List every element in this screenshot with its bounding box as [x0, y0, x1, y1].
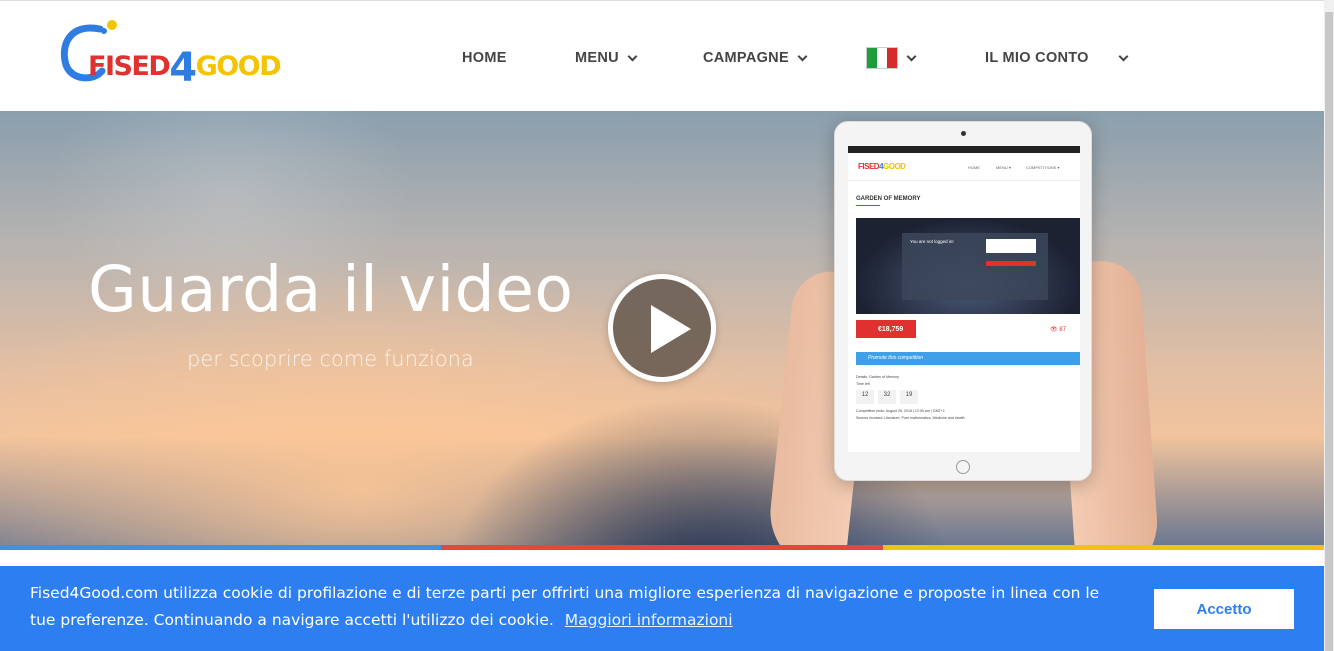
screen-nav: COMPETITIONS ▾ [1026, 165, 1060, 170]
stripe-blue [0, 545, 442, 550]
cookie-accept-button[interactable]: Accetto [1154, 589, 1294, 629]
screen-logo: FISED4GOOD [858, 162, 906, 171]
hero-subtitle: per scoprire come funziona [187, 347, 474, 371]
screen-status-bar [848, 146, 1080, 153]
main-nav: HOME MENU CAMPAGNE IL MIO CONTO [0, 47, 1324, 71]
cookie-banner: Fised4Good.com utilizza cookie di profil… [0, 566, 1324, 651]
nav-menu[interactable]: MENU [575, 47, 638, 69]
nav-home[interactable]: HOME [462, 47, 507, 69]
nav-campaigns-label: CAMPAGNE [703, 50, 789, 66]
page-scrollbar[interactable] [1324, 0, 1334, 651]
cookie-more-info-link[interactable]: Maggiori informazioni [565, 611, 733, 629]
screen-prize-badge: €18,759 [856, 320, 916, 338]
screen-details: Details: Garden of Memory Time left 12 32… [856, 375, 965, 420]
chevron-down-icon [1118, 51, 1129, 61]
scrollbar-thumb[interactable] [1325, 12, 1333, 651]
italian-flag-icon [866, 47, 898, 69]
nav-account[interactable]: IL MIO CONTO [985, 47, 1089, 69]
screen-title: GARDEN OF MEMORY [856, 196, 921, 202]
stripe-yellow [882, 545, 1324, 550]
screen-login-box: You are not logged in! [902, 233, 1048, 300]
chevron-down-icon [797, 51, 808, 61]
chevron-down-icon [627, 51, 638, 61]
tablet-mockup-image: FISED4GOOD HOME MENU ▾ COMPETITIONS ▾ GA… [834, 121, 1092, 481]
nav-campaigns[interactable]: CAMPAGNE [703, 47, 808, 69]
chevron-down-icon [906, 51, 917, 61]
play-video-button[interactable] [608, 274, 716, 382]
screen-login-input [986, 239, 1036, 253]
nav-home-label: HOME [462, 50, 507, 66]
tablet-camera [961, 131, 966, 136]
screen-header: FISED4GOOD HOME MENU ▾ COMPETITIONS ▾ [848, 153, 1080, 181]
nav-menu-label: MENU [575, 50, 619, 66]
screen-video: You are not logged in! [856, 218, 1080, 314]
screen-promo-bar: Promote this competition [856, 352, 1080, 365]
stripe-red [441, 545, 883, 550]
color-stripe [0, 545, 1324, 550]
cookie-message: Fised4Good.com utilizza cookie di profil… [30, 580, 1120, 634]
hero-banner: FISED4GOOD HOME MENU ▾ COMPETITIONS ▾ GA… [0, 111, 1324, 545]
screen-nav: MENU ▾ [996, 165, 1011, 170]
tablet-home-button [956, 460, 970, 474]
screen-nav: HOME [968, 165, 980, 170]
screen-views: 👁 87 [1050, 327, 1066, 333]
screen-login-button [986, 261, 1036, 266]
nav-account-label: IL MIO CONTO [985, 50, 1089, 66]
screen-title-underline [856, 205, 880, 206]
nav-language[interactable] [866, 47, 917, 69]
site-header: FISED4GOOD HOME MENU CAMPAGNE IL MIO CON… [0, 0, 1324, 111]
hero-title: Guarda il video [88, 253, 574, 326]
tablet-screen: FISED4GOOD HOME MENU ▾ COMPETITIONS ▾ GA… [848, 146, 1080, 452]
nav-account-toggle[interactable] [1116, 47, 1129, 69]
screen-login-heading: You are not logged in! [910, 239, 954, 244]
